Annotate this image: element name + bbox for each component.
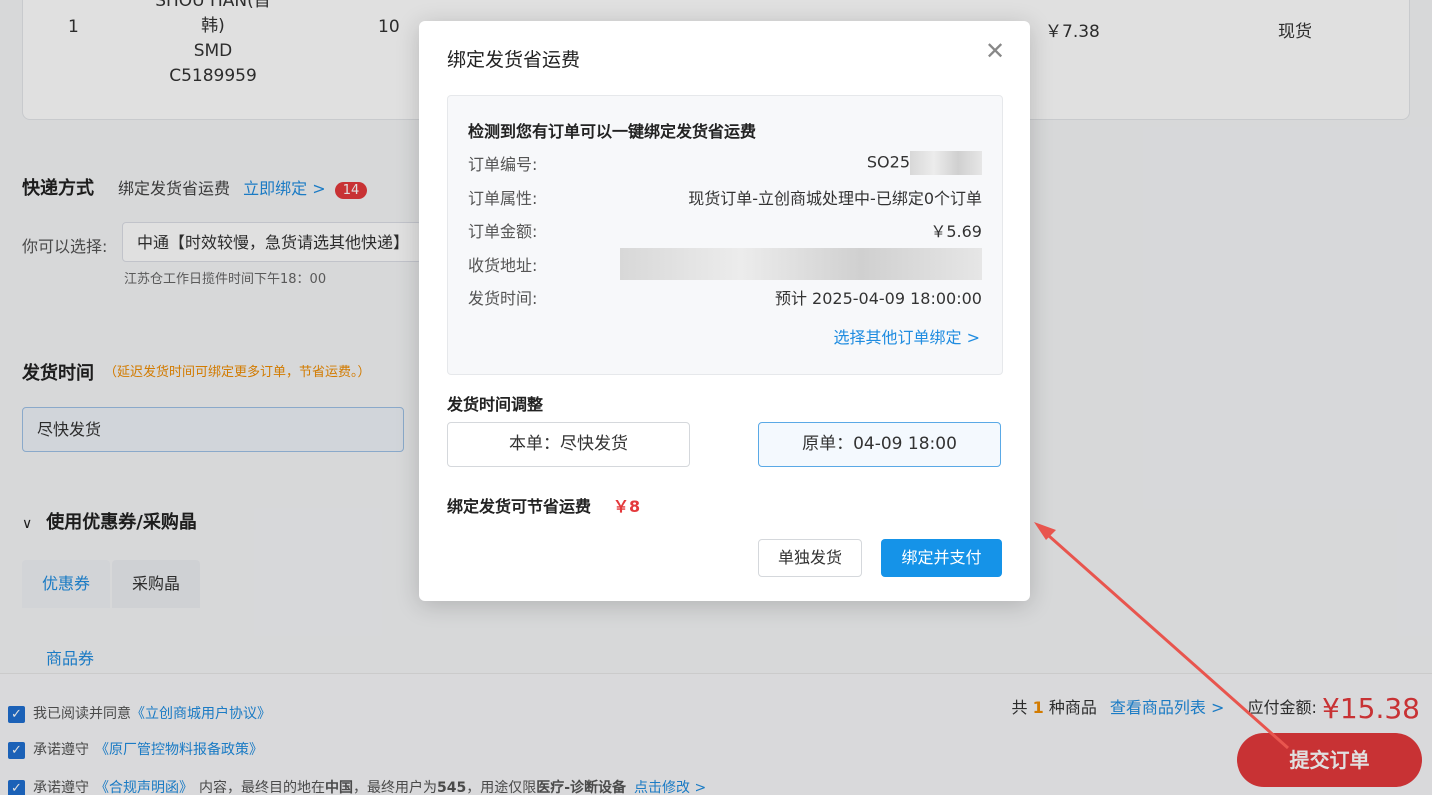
checkout-page: 1 SHOU HAN(首 韩) SMD C5189959 10 ￥7.38 现货… (0, 0, 1432, 795)
annotation-arrow (1034, 522, 1289, 750)
